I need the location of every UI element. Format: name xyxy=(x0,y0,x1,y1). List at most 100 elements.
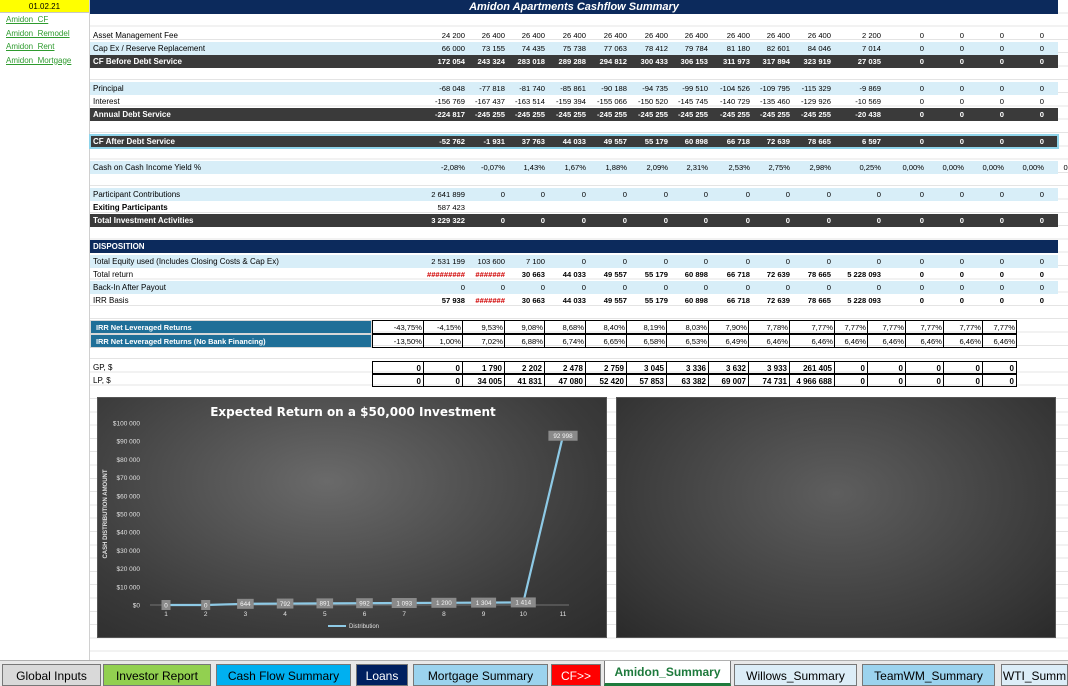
cell[interactable]: 243 324 xyxy=(466,55,505,68)
cell[interactable]: 172 054 xyxy=(377,55,465,68)
cell[interactable]: 0 xyxy=(1045,135,1068,148)
cell[interactable]: 0 xyxy=(1045,82,1068,95)
cell[interactable]: 0 xyxy=(1045,55,1068,68)
cell[interactable]: ####### xyxy=(466,294,505,307)
cell[interactable]: 306 153 xyxy=(669,55,708,68)
cell[interactable]: 0 xyxy=(882,55,924,68)
tab-global-inputs[interactable]: Global Inputs xyxy=(2,664,101,686)
cell[interactable]: 0 xyxy=(835,361,868,374)
cell[interactable]: 57 938 xyxy=(377,294,465,307)
cell[interactable]: 26 400 xyxy=(506,29,545,42)
cell[interactable]: 0 xyxy=(1045,188,1068,201)
cell[interactable]: -99 510 xyxy=(669,82,708,95)
cell[interactable]: 0 xyxy=(628,255,668,268)
cell[interactable]: 0 xyxy=(587,281,627,294)
cell[interactable]: -10 569 xyxy=(832,95,881,108)
cell[interactable]: 0 xyxy=(1005,255,1044,268)
cell[interactable]: 0 xyxy=(587,188,627,201)
cell[interactable]: 0 xyxy=(628,188,668,201)
cell[interactable]: 81 180 xyxy=(709,42,750,55)
cell[interactable]: 0 xyxy=(882,135,924,148)
cell[interactable]: -52 762 xyxy=(377,135,465,148)
table-row[interactable]: Total Equity used (Includes Closing Cost… xyxy=(90,255,1058,268)
table-row[interactable]: Back-In After Payout 0000000000000000 xyxy=(90,281,1058,294)
cell[interactable]: 0 xyxy=(628,281,668,294)
cell[interactable]: 1,43% xyxy=(506,161,545,174)
cell[interactable]: 0 xyxy=(925,95,964,108)
table-row[interactable] xyxy=(90,68,1058,81)
cell[interactable]: -245 255 xyxy=(587,108,627,121)
cell[interactable]: 0 xyxy=(506,281,545,294)
cell[interactable]: 9,53% xyxy=(463,320,505,334)
cell[interactable]: 57 853 xyxy=(627,374,667,387)
cell[interactable]: 9,08% xyxy=(505,320,545,334)
empty-chart[interactable] xyxy=(616,397,1056,638)
cell[interactable]: 78 665 xyxy=(791,135,831,148)
cell[interactable]: 41 831 xyxy=(505,374,545,387)
cell[interactable]: 6,49% xyxy=(709,334,749,348)
cell[interactable]: 0 xyxy=(965,42,1004,55)
cell[interactable]: 44 033 xyxy=(546,268,586,281)
cell[interactable]: 0 xyxy=(1005,55,1044,68)
table-row[interactable]: Interest -156 769 -167 437 -163 514 -159 394… xyxy=(90,95,1058,108)
cell[interactable]: 0,00% xyxy=(925,161,964,174)
cell[interactable]: 3 632 xyxy=(709,361,749,374)
cell[interactable]: 0 xyxy=(506,188,545,201)
cell[interactable]: 6,74% xyxy=(545,334,586,348)
cell[interactable]: 60 898 xyxy=(669,294,708,307)
cell[interactable]: -224 817 xyxy=(377,108,465,121)
cell[interactable]: 2 478 xyxy=(545,361,586,374)
cell[interactable]: 0 xyxy=(1045,95,1068,108)
table-row[interactable]: Participant Contributions 2 641 899 0 0 0 0 0 0… xyxy=(90,188,1058,201)
cell[interactable]: 78 412 xyxy=(628,42,668,55)
cell[interactable]: 311 973 xyxy=(709,55,750,68)
tab-teamwm-summary[interactable]: TeamWM_Summary xyxy=(862,664,995,686)
cell[interactable]: 49 557 xyxy=(587,294,627,307)
table-row[interactable]: Principal -68 048 -77 818 -81 740 -85 861 -90… xyxy=(90,82,1058,95)
cell[interactable]: 7,78% xyxy=(749,320,790,334)
cell[interactable]: -245 255 xyxy=(669,108,708,121)
cell[interactable]: 60 898 xyxy=(669,135,708,148)
cell[interactable]: 73 155 xyxy=(466,42,505,55)
cell[interactable]: 0 xyxy=(1005,294,1044,307)
cell[interactable]: 7,77% xyxy=(835,320,868,334)
cell[interactable]: 0 xyxy=(925,108,964,121)
cell[interactable]: 2,09% xyxy=(628,161,668,174)
cell[interactable]: 0 xyxy=(882,255,924,268)
table-row[interactable]: Cash on Cash Income Yield % -2,08% -0,07% 1… xyxy=(90,161,1068,174)
cell[interactable]: 0 xyxy=(882,268,924,281)
cell[interactable]: 0 xyxy=(882,214,924,227)
cell[interactable]: 0 xyxy=(1005,95,1044,108)
cell[interactable]: 0 xyxy=(965,281,1004,294)
cell[interactable]: 0 xyxy=(925,294,964,307)
tab-loans[interactable]: Loans xyxy=(356,664,408,686)
cell[interactable]: 0 xyxy=(506,214,545,227)
cell[interactable]: -94 735 xyxy=(628,82,668,95)
table-row[interactable]: Total Investment Activities 3 229 322 0 0 0 0… xyxy=(90,214,1058,227)
cell[interactable]: 49 557 xyxy=(587,268,627,281)
cell[interactable]: 7 014 xyxy=(832,42,881,55)
cell[interactable]: 0 xyxy=(882,108,924,121)
cell[interactable]: 0 xyxy=(466,188,505,201)
cell[interactable]: 300 433 xyxy=(628,55,668,68)
cell[interactable]: 26 400 xyxy=(546,29,586,42)
cell[interactable]: 0 xyxy=(669,281,708,294)
cell[interactable]: 3 229 322 xyxy=(377,214,465,227)
cell[interactable]: 7,02% xyxy=(463,334,505,348)
cell[interactable]: 0 xyxy=(906,374,944,387)
sheet-link-amidon_mortgage[interactable]: Amidon_Mortgage xyxy=(0,54,89,68)
cell[interactable]: 3 336 xyxy=(667,361,709,374)
table-row[interactable]: CF After Debt Service -52 762 -1 931 37 763… xyxy=(89,134,1059,149)
cell[interactable]: 7,90% xyxy=(709,320,749,334)
table-row[interactable]: IRR Basis 57 938 ####### 30 663 44 033 49 557… xyxy=(90,294,1058,307)
cell[interactable]: 0 xyxy=(751,255,790,268)
cell[interactable]: -245 255 xyxy=(628,108,668,121)
cell[interactable]: 0 xyxy=(944,361,983,374)
cell[interactable]: -77 818 xyxy=(466,82,505,95)
cell[interactable]: -145 745 xyxy=(669,95,708,108)
cell[interactable]: 78 665 xyxy=(791,268,831,281)
cell[interactable]: -155 066 xyxy=(587,95,627,108)
cell[interactable]: 0 xyxy=(709,281,750,294)
cell[interactable]: 1,67% xyxy=(546,161,586,174)
table-row[interactable]: CF Before Debt Service 172 054 243 324 283 … xyxy=(90,55,1058,68)
